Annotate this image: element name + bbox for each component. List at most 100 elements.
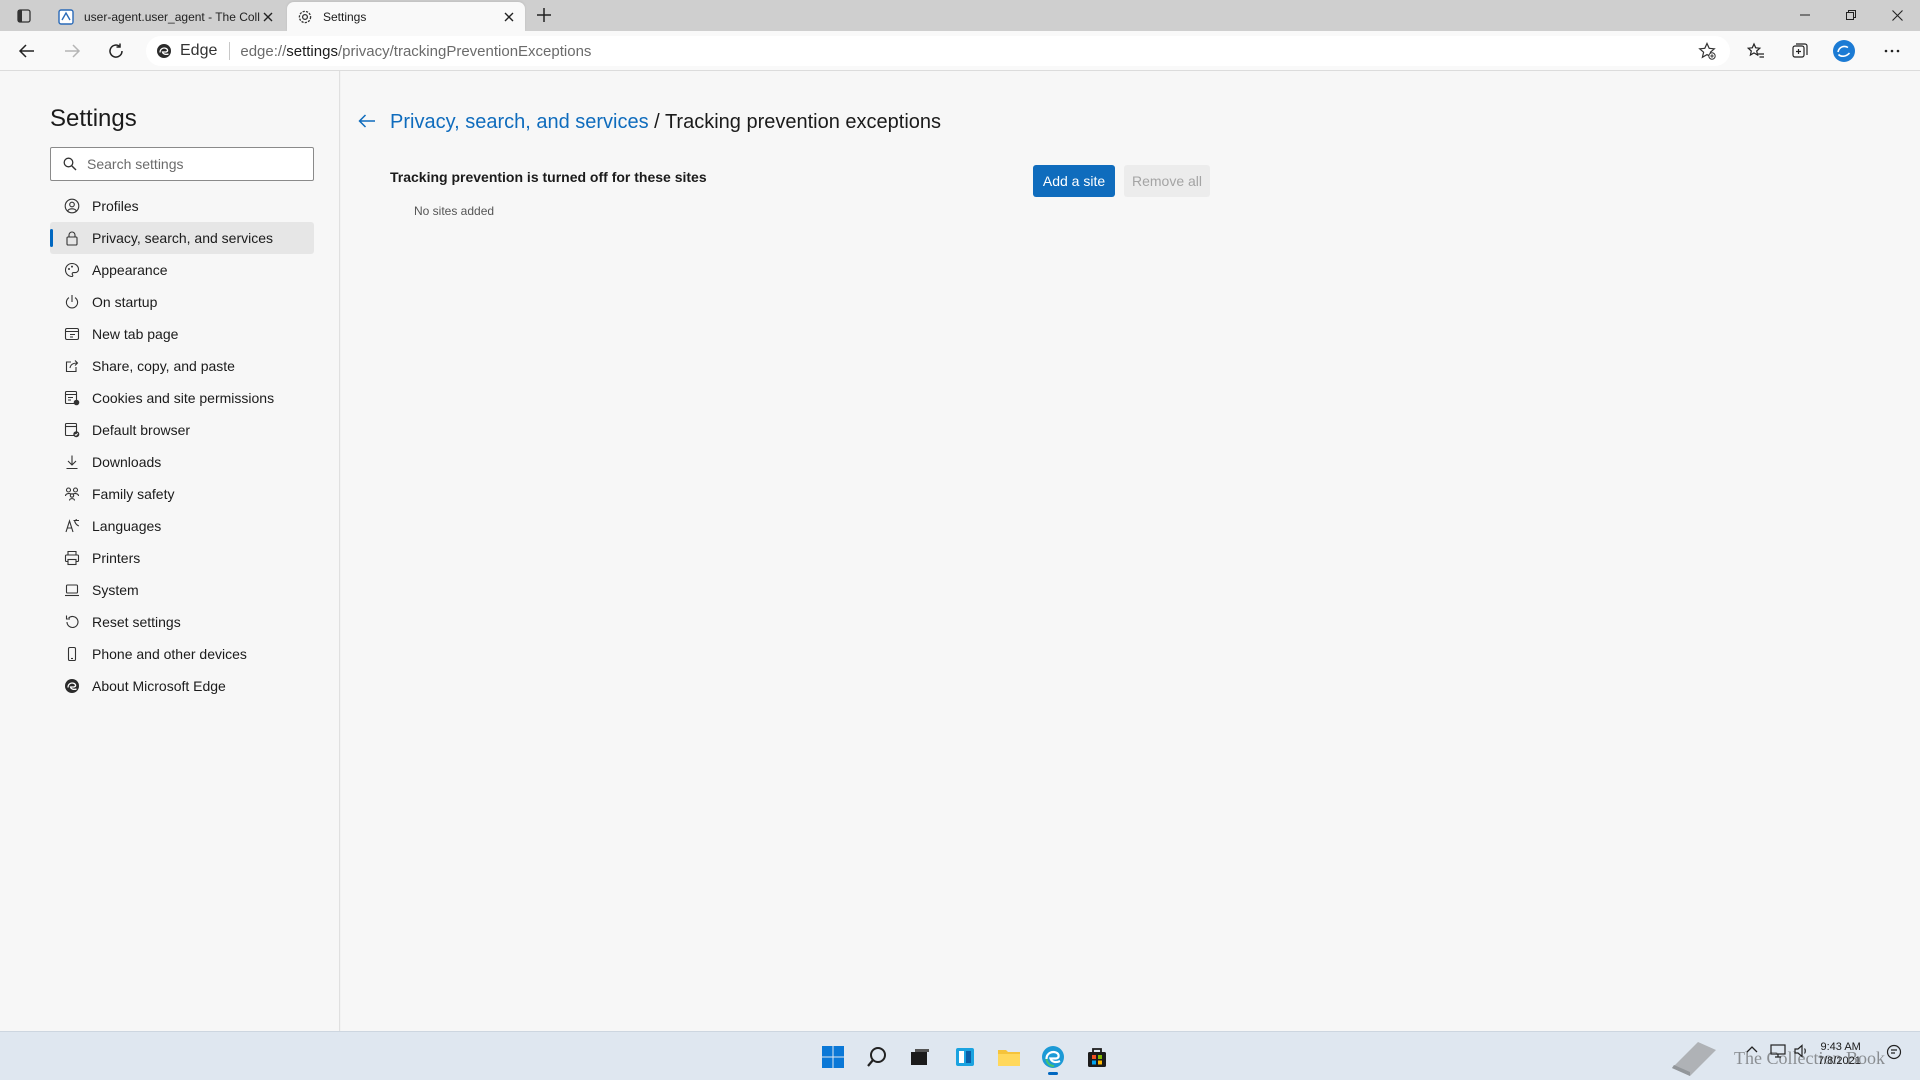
- address-bar[interactable]: Edge edge://settings/privacy/trackingPre…: [146, 36, 1730, 66]
- new-tab-icon: [63, 325, 81, 343]
- breadcrumb-separator: /: [648, 111, 665, 133]
- close-window-icon[interactable]: [1874, 0, 1920, 30]
- sidebar-item-appearance[interactable]: Appearance: [50, 254, 314, 286]
- refresh-icon[interactable]: [101, 37, 131, 65]
- lock-icon: [63, 229, 81, 247]
- section-title: Tracking prevention is turned off for th…: [390, 169, 707, 185]
- url-host: settings: [286, 42, 338, 60]
- settings-main: Privacy, search, and services / Tracking…: [341, 71, 1920, 1031]
- tab-user-agent[interactable]: user-agent.user_agent - The Coll: [48, 2, 284, 31]
- site-label: Edge: [180, 42, 218, 59]
- sidebar-item-languages[interactable]: Languages: [50, 510, 314, 542]
- favorites-icon[interactable]: [1741, 37, 1771, 65]
- more-menu-icon[interactable]: [1877, 37, 1907, 65]
- sidebar-item-label: On startup: [92, 294, 158, 310]
- download-icon: [63, 453, 81, 471]
- tab-title: user-agent.user_agent - The Coll: [84, 9, 260, 24]
- search-icon[interactable]: [859, 1039, 895, 1075]
- site-identity[interactable]: Edge: [146, 42, 217, 60]
- sidebar-item-label: Appearance: [92, 262, 168, 278]
- close-tab-icon[interactable]: [260, 9, 276, 25]
- notifications-icon[interactable]: [1886, 1044, 1902, 1060]
- profile-avatar-icon[interactable]: [1829, 37, 1859, 65]
- sidebar-item-label: Printers: [92, 550, 141, 566]
- sidebar-item-cookies[interactable]: Cookies and site permissions: [50, 382, 314, 414]
- tab-actions-icon[interactable]: [12, 6, 36, 26]
- clock[interactable]: 9:43 AM 7/8/2021: [1818, 1040, 1861, 1068]
- remove-all-button[interactable]: Remove all: [1124, 165, 1210, 197]
- back-arrow-icon[interactable]: [356, 110, 378, 132]
- url-path: /privacy/trackingPreventionExceptions: [337, 42, 592, 60]
- sidebar-item-privacy[interactable]: Privacy, search, and services: [50, 222, 314, 254]
- sidebar-item-label: New tab page: [92, 326, 179, 342]
- default-browser-icon: [63, 421, 81, 439]
- search-input[interactable]: [87, 156, 297, 172]
- volume-icon[interactable]: [1794, 1044, 1810, 1058]
- settings-title: Settings: [50, 105, 137, 132]
- new-tab-plus-icon[interactable]: [534, 5, 554, 25]
- sidebar-item-label: Reset settings: [92, 614, 181, 630]
- sidebar-item-printers[interactable]: Printers: [50, 542, 314, 574]
- close-tab-icon[interactable]: [501, 9, 517, 25]
- sidebar-item-about-edge[interactable]: About Microsoft Edge: [50, 670, 314, 702]
- sidebar-item-reset-settings[interactable]: Reset settings: [50, 606, 314, 638]
- restore-icon[interactable]: [1828, 0, 1874, 30]
- sidebar-item-label: Privacy, search, and services: [92, 230, 274, 246]
- edge-icon: [63, 677, 81, 695]
- sidebar-item-share-copy-paste[interactable]: Share, copy, and paste: [50, 350, 314, 382]
- sidebar-item-downloads[interactable]: Downloads: [50, 446, 314, 478]
- breadcrumb: Privacy, search, and services / Tracking…: [390, 111, 941, 134]
- collections-icon[interactable]: [1785, 37, 1815, 65]
- forward-icon[interactable]: [57, 37, 87, 65]
- network-icon[interactable]: [1770, 1044, 1786, 1058]
- sidebar-item-new-tab-page[interactable]: New tab page: [50, 318, 314, 350]
- book-logo-icon: [1672, 1042, 1716, 1076]
- languages-icon: [63, 517, 81, 535]
- system-icon: [63, 581, 81, 599]
- minimize-icon[interactable]: [1782, 0, 1828, 30]
- clock-date: 7/8/2021: [1818, 1055, 1861, 1067]
- widgets-icon[interactable]: [947, 1039, 983, 1075]
- sidebar-item-profiles[interactable]: Profiles: [50, 190, 314, 222]
- taskbar: The Collection Book 9:43 AM 7/8/2021: [0, 1031, 1920, 1080]
- sidebar-item-system[interactable]: System: [50, 574, 314, 606]
- sidebar-item-phone-devices[interactable]: Phone and other devices: [50, 638, 314, 670]
- family-icon: [63, 485, 81, 503]
- sidebar-item-label: About Microsoft Edge: [92, 678, 226, 694]
- file-explorer-icon[interactable]: [991, 1039, 1027, 1075]
- sidebar-item-label: Share, copy, and paste: [92, 358, 235, 374]
- edge-logo-icon: [157, 44, 171, 58]
- store-icon[interactable]: [1079, 1039, 1115, 1075]
- empty-list-text: No sites added: [414, 204, 495, 218]
- printer-icon: [63, 549, 81, 567]
- reset-icon: [63, 613, 81, 631]
- tab-settings[interactable]: Settings: [287, 2, 525, 31]
- power-icon: [63, 293, 81, 311]
- add-favorite-icon[interactable]: [1698, 42, 1716, 60]
- breadcrumb-parent-link[interactable]: Privacy, search, and services: [390, 111, 649, 133]
- edge-taskbar-icon[interactable]: [1035, 1039, 1071, 1075]
- url-text[interactable]: edge://settings/privacy/trackingPreventi…: [240, 43, 591, 60]
- sidebar-item-label: Family safety: [92, 486, 175, 502]
- sidebar-item-family-safety[interactable]: Family safety: [50, 478, 314, 510]
- sidebar-item-label: Default browser: [92, 422, 191, 438]
- clock-time: 9:43 AM: [1820, 1041, 1861, 1053]
- sidebar-item-label: Cookies and site permissions: [92, 390, 275, 406]
- start-windows-icon[interactable]: [815, 1039, 851, 1075]
- sidebar-item-default-browser[interactable]: Default browser: [50, 414, 314, 446]
- sidebar-item-label: Profiles: [92, 198, 139, 214]
- chevron-up-icon[interactable]: [1746, 1044, 1758, 1056]
- tab-strip: user-agent.user_agent - The Coll Setting…: [0, 0, 1920, 31]
- task-view-icon[interactable]: [902, 1039, 938, 1075]
- search-box[interactable]: [50, 147, 314, 181]
- sidebar-item-label: Downloads: [92, 454, 162, 470]
- settings-sidebar: Settings Profiles Privacy, search, and s…: [0, 71, 340, 1031]
- address-separator: [229, 42, 231, 60]
- palette-icon: [63, 261, 81, 279]
- back-icon[interactable]: [12, 37, 42, 65]
- browser-toolbar: Edge edge://settings/privacy/trackingPre…: [0, 31, 1920, 71]
- sidebar-item-on-startup[interactable]: On startup: [50, 286, 314, 318]
- url-prefix: edge://: [240, 42, 287, 60]
- add-site-button[interactable]: Add a site: [1033, 165, 1115, 197]
- sidebar-item-label: System: [92, 582, 139, 598]
